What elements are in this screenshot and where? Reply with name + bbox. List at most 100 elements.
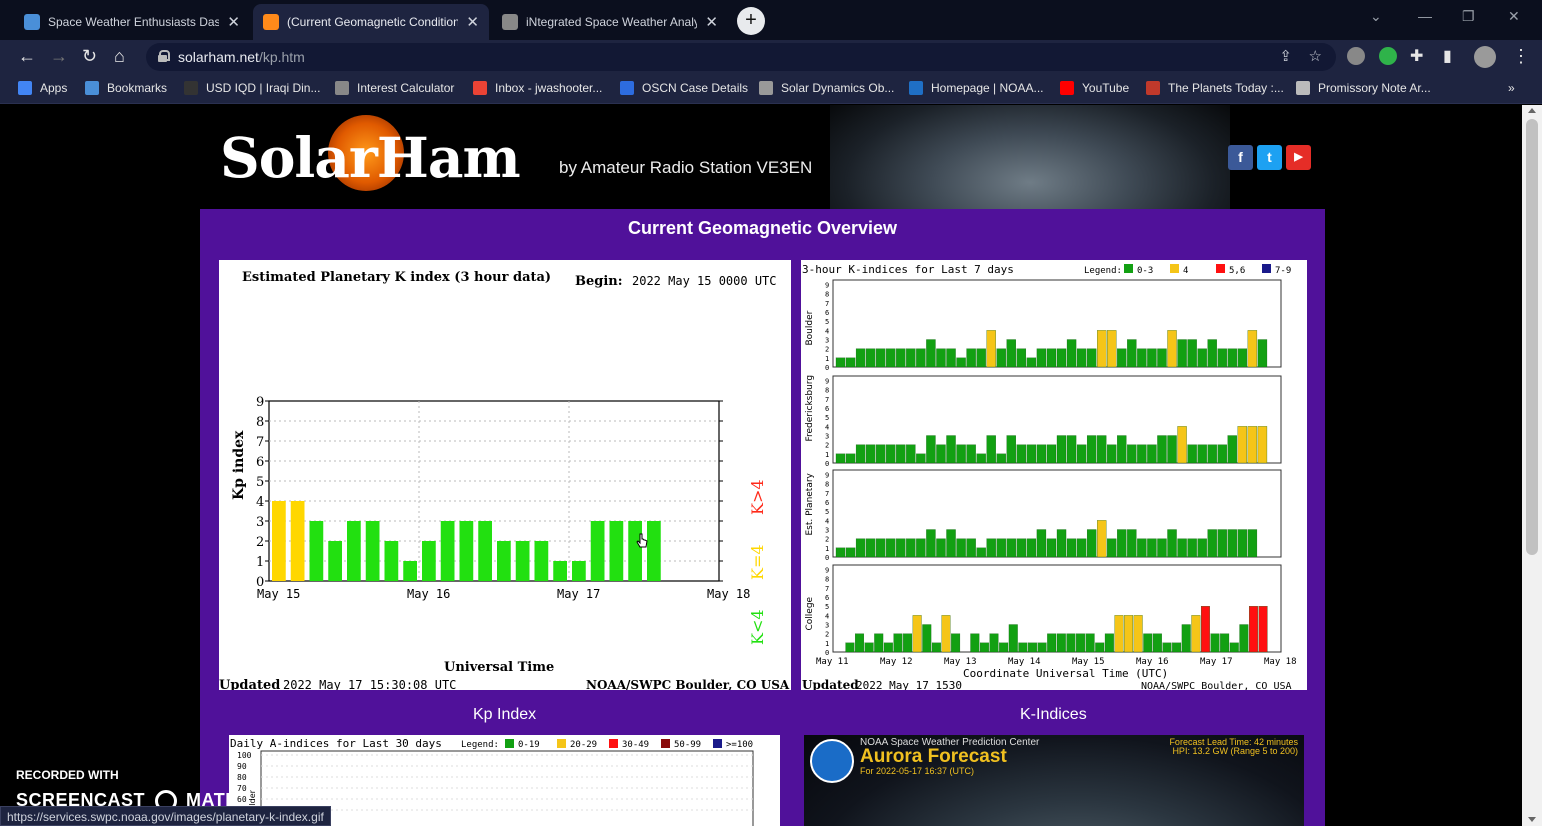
k7-legend-swatch: [1216, 264, 1225, 273]
kp-ytick: 4: [256, 495, 264, 510]
extension-w-icon[interactable]: [1347, 47, 1365, 65]
a30-ytick: 90: [237, 762, 247, 771]
planetary-k-index-chart[interactable]: Estimated Planetary K index (3 hour data…: [219, 260, 791, 693]
kp-bar: [590, 521, 605, 581]
k7-ytick: 3: [825, 527, 829, 535]
k7-ytick: 7: [825, 396, 829, 404]
k-indices-7day-chart[interactable]: 3-hour K-indices for Last 7 days Legend:…: [801, 260, 1307, 692]
k7-bar: [876, 348, 886, 368]
k7-legend-item: 5,6: [1229, 266, 1245, 276]
k7-bar: [946, 529, 956, 558]
k7-legend-swatch: [1124, 264, 1133, 273]
k7-bar: [1229, 642, 1239, 653]
kp-bar: [497, 541, 511, 581]
a30-title: Daily A-indices for Last 30 days: [230, 737, 442, 750]
tab-search-icon[interactable]: ⌄: [1370, 8, 1382, 25]
bookmark-planets-today[interactable]: The Planets Today :...: [1146, 81, 1284, 95]
aurora-forecast-image[interactable]: NOAA Space Weather Prediction Center Aur…: [804, 735, 1304, 826]
k7-bar: [1076, 348, 1087, 368]
forward-icon[interactable]: →: [50, 46, 68, 67]
k7-bar: [1086, 529, 1097, 558]
kp-ylabel: Kp index: [231, 430, 247, 500]
k7-bar: [1197, 538, 1207, 558]
extensions-puzzle-icon[interactable]: ✚: [1410, 46, 1423, 66]
k7-bar: [1187, 538, 1197, 558]
minimize-icon[interactable]: —: [1418, 8, 1432, 24]
home-icon[interactable]: ⌂: [114, 46, 125, 67]
k7-bar: [976, 547, 986, 558]
a30-legend-swatch: [661, 739, 670, 748]
bookmark-oscn[interactable]: OSCN Case Details: [620, 81, 748, 95]
twitter-icon[interactable]: t: [1257, 145, 1282, 170]
k7-xtick: May 17: [1200, 657, 1233, 667]
close-tab-icon[interactable]: ✕: [705, 13, 718, 31]
back-icon[interactable]: ←: [18, 46, 36, 67]
scroll-up-icon[interactable]: [1528, 108, 1536, 113]
reload-icon[interactable]: ↻: [82, 46, 97, 67]
page-scrollbar[interactable]: [1522, 105, 1542, 826]
k7-bar: [1207, 444, 1217, 464]
extension-check-icon[interactable]: [1379, 47, 1397, 65]
bookmark-noaa[interactable]: Homepage | NOAA...: [909, 81, 1044, 95]
k7-ytick: 6: [825, 594, 829, 602]
close-window-icon[interactable]: ✕: [1508, 8, 1520, 25]
youtube-icon[interactable]: ▶: [1286, 145, 1311, 170]
site-logo[interactable]: SolarHam: [220, 125, 521, 190]
bookmarks-overflow-button[interactable]: »: [1508, 81, 1515, 95]
k7-bar: [1237, 426, 1248, 464]
a30-legend-label: Legend:: [461, 740, 499, 750]
bookmark-usd-iqd[interactable]: USD IQD | Iraqi Din...: [184, 81, 320, 95]
menu-icon[interactable]: ⋮: [1512, 46, 1530, 67]
k7-bar: [1249, 606, 1258, 653]
facebook-icon[interactable]: f: [1228, 145, 1253, 170]
k7-ytick: 2: [825, 442, 829, 450]
tab-space-weather-dashboard[interactable]: Space Weather Enthusiasts Dash ✕: [14, 4, 250, 40]
side-panel-icon[interactable]: ▮: [1443, 46, 1452, 66]
kp-legend-mid: K=4: [748, 544, 767, 580]
k7-bar: [1056, 529, 1067, 558]
k7-ytick: 1: [825, 545, 829, 553]
k7-bar: [1046, 444, 1057, 464]
tab-current-geomagnetic[interactable]: (Current Geomagnetic Condition ✕: [253, 4, 489, 40]
kp-bar: [422, 541, 436, 581]
kp-ytick: 3: [256, 515, 264, 530]
bookmark-promissory-note[interactable]: Promissory Note Ar...: [1296, 81, 1431, 95]
bookmark-inbox[interactable]: Inbox - jwashooter...: [473, 81, 602, 95]
bookmark-youtube[interactable]: YouTube: [1060, 81, 1129, 95]
k7-updated-label: Updated: [802, 678, 859, 690]
k7-bar: [1097, 435, 1107, 464]
bookmark-star-icon[interactable]: ☆: [1309, 47, 1322, 65]
k7-bar: [1117, 435, 1127, 464]
k7-bar: [906, 444, 916, 464]
k7-bar: [1124, 615, 1134, 653]
share-icon[interactable]: ⇪: [1279, 47, 1292, 65]
close-tab-icon[interactable]: ✕: [466, 13, 479, 31]
bookmark-interest-calculator[interactable]: Interest Calculator: [335, 81, 454, 95]
profile-avatar[interactable]: [1474, 46, 1496, 68]
k7-bar: [946, 348, 956, 368]
k7-bar: [1016, 348, 1027, 368]
oscn-icon: [620, 81, 634, 95]
k7-bar: [1028, 642, 1037, 653]
k7-bar: [865, 348, 876, 368]
close-tab-icon[interactable]: ✕: [227, 13, 240, 31]
scrollbar-thumb[interactable]: [1526, 119, 1538, 555]
new-tab-button[interactable]: +: [737, 7, 765, 35]
address-bar[interactable]: solarham.net/kp.htm ⇪ ☆: [146, 43, 1336, 71]
kp-index-heading: Kp Index: [473, 706, 537, 723]
star-icon: [85, 81, 99, 95]
apps-icon: [18, 81, 32, 95]
bookmark-solar-dynamics[interactable]: Solar Dynamics Ob...: [759, 81, 894, 95]
k7-bar: [1036, 348, 1047, 368]
restore-icon[interactable]: ❐: [1462, 8, 1475, 25]
bookmark-apps[interactable]: Apps: [18, 81, 67, 95]
kp-bar: [309, 521, 324, 581]
tab-integrated-space-weather[interactable]: iNtegrated Space Weather Analy ✕: [492, 4, 728, 40]
bookmark-bookmarks[interactable]: Bookmarks: [85, 81, 167, 95]
a30-legend-swatch: [557, 739, 566, 748]
k7-ytick: 9: [825, 472, 829, 480]
kp-begin-value: 2022 May 15 0000 UTC: [632, 274, 777, 288]
scroll-down-icon[interactable]: [1528, 817, 1536, 822]
k7-ytick: 9: [825, 378, 829, 386]
k7-bar: [1104, 633, 1114, 653]
